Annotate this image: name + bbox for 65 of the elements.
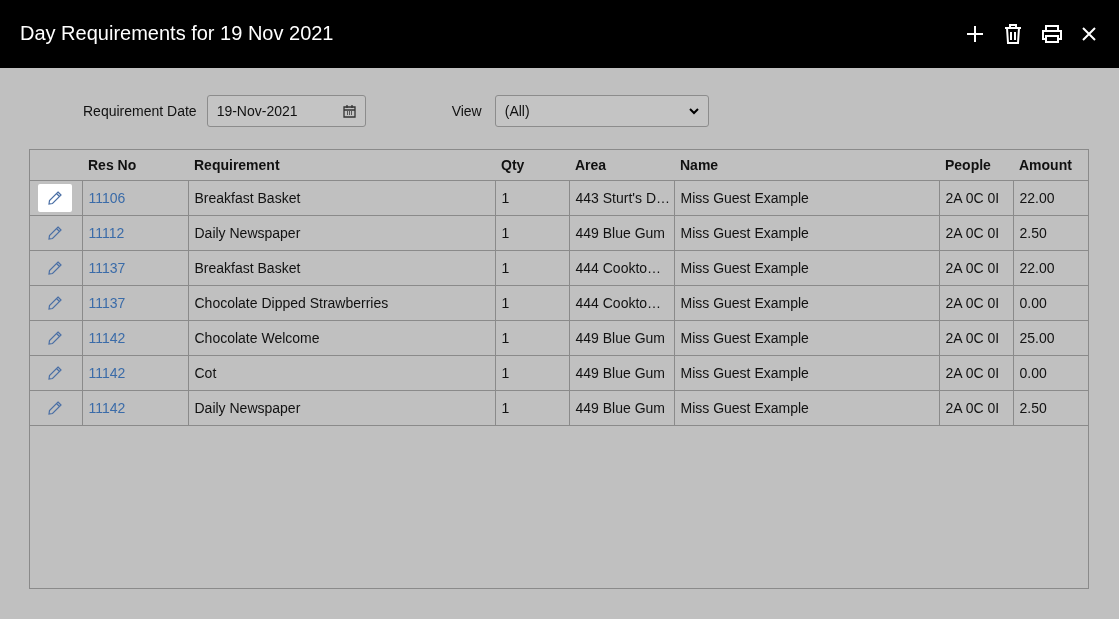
column-header[interactable]: People [939, 150, 1013, 181]
table-cell: 22.00 [1013, 250, 1088, 286]
table-cell: 2A 0C 0I [939, 215, 1013, 251]
table-cell: 2A 0C 0I [939, 320, 1013, 356]
table-cell: Daily Newspaper [188, 390, 495, 426]
table-cell: Chocolate Dipped Strawberries [188, 285, 495, 321]
pencil-icon[interactable] [47, 260, 63, 276]
table-cell: 2A 0C 0I [939, 355, 1013, 391]
table-cell: 449 Blue Gum [569, 215, 674, 251]
table-cell: 22.00 [1013, 180, 1088, 216]
table-cell: 449 Blue Gum [569, 355, 674, 391]
table-cell: 444 Cookto… [569, 285, 674, 321]
table-cell: Daily Newspaper [188, 215, 495, 251]
table-cell: 0.00 [1013, 355, 1088, 391]
table-cell: Miss Guest Example [674, 215, 939, 251]
table-cell: Miss Guest Example [674, 285, 939, 321]
table-cell: 449 Blue Gum [569, 320, 674, 356]
date-label: Requirement Date [83, 103, 197, 119]
window-title: Day Requirements for 19 Nov 2021 [20, 21, 334, 45]
view-label: View [451, 103, 482, 119]
edit-button[interactable] [38, 184, 72, 212]
table-cell: 0.00 [1013, 285, 1088, 321]
pencil-icon[interactable] [47, 225, 63, 241]
pencil-icon[interactable] [47, 330, 63, 346]
table-cell: 1 [495, 250, 569, 286]
table-cell: 1 [495, 215, 569, 251]
pencil-icon[interactable] [47, 190, 63, 206]
table-cell: 2A 0C 0I [939, 180, 1013, 216]
printer-icon[interactable] [1039, 22, 1065, 46]
table-cell: Breakfast Basket [188, 250, 495, 286]
table-cell: 25.00 [1013, 320, 1088, 356]
column-header[interactable]: Area [569, 150, 674, 181]
column-header[interactable]: Name [674, 150, 939, 181]
table-cell: 444 Cookto… [569, 250, 674, 286]
table-cell: 2A 0C 0I [939, 250, 1013, 286]
table-cell: 1 [495, 320, 569, 356]
table-cell: 2.50 [1013, 390, 1088, 426]
column-header[interactable]: Requirement [188, 150, 495, 181]
caret-icon[interactable] [688, 107, 699, 115]
table-cell: Breakfast Basket [188, 180, 495, 216]
pencil-icon[interactable] [47, 365, 63, 381]
table-cell: Cot [188, 355, 495, 391]
table-cell: 1 [495, 180, 569, 216]
column-header[interactable]: Qty [495, 150, 569, 181]
table-cell: Miss Guest Example [674, 250, 939, 286]
table-cell: 2.50 [1013, 215, 1088, 251]
calendar-icon[interactable] [342, 104, 356, 118]
table-cell: Chocolate Welcome [188, 320, 495, 356]
table-cell: Miss Guest Example [674, 355, 939, 391]
column-header[interactable]: Res No [82, 150, 188, 181]
table-cell: 2A 0C 0I [939, 390, 1013, 426]
table-cell: 1 [495, 285, 569, 321]
column-header[interactable]: Amount [1013, 150, 1088, 181]
table-cell: 443 Sturt's D… [569, 180, 674, 216]
table-cell: 2A 0C 0I [939, 285, 1013, 321]
table-cell: Miss Guest Example [674, 390, 939, 426]
table-cell: Miss Guest Example [674, 320, 939, 356]
pencil-icon[interactable] [47, 400, 63, 416]
pencil-icon[interactable] [47, 295, 63, 311]
table-cell: Miss Guest Example [674, 180, 939, 216]
view-dropdown[interactable]: (All) [494, 95, 709, 127]
table-cell: 449 Blue Gum [569, 390, 674, 426]
table-cell: 1 [495, 355, 569, 391]
table-cell: 1 [495, 390, 569, 426]
date-field[interactable]: 19-Nov-2021 [206, 95, 366, 127]
